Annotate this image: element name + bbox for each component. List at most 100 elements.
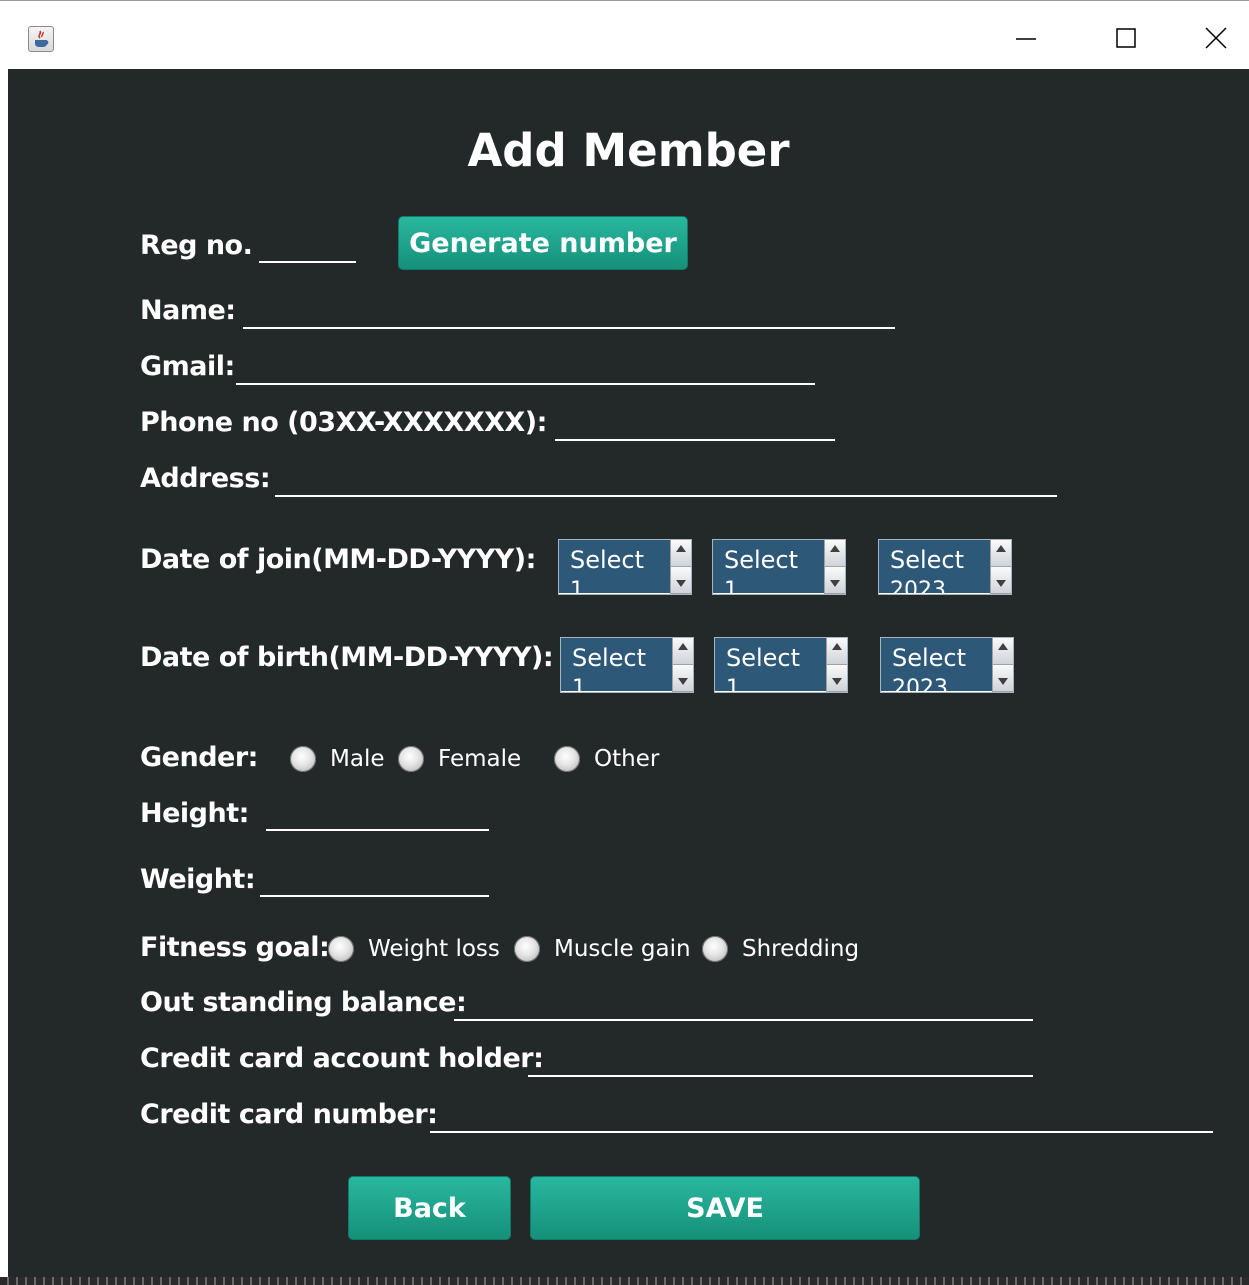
- spin-up-button[interactable]: [825, 540, 845, 567]
- date-of-join-label: Date of join(MM-DD-YYYY):: [140, 544, 536, 575]
- address-label: Address:: [140, 463, 271, 494]
- spinner-selected: Select: [724, 546, 799, 574]
- arrow-up-icon: [678, 643, 688, 650]
- spin-up-button[interactable]: [993, 638, 1013, 665]
- arrow-down-icon: [832, 678, 842, 685]
- spinner-next: 2023: [892, 676, 948, 691]
- gender-label: Gender:: [140, 742, 258, 773]
- page-title: Add Member: [467, 124, 790, 177]
- gmail-label: Gmail:: [140, 351, 235, 382]
- birth-year-spinner[interactable]: Select 2023: [880, 637, 1014, 693]
- window-bottom-edge: [0, 1277, 1249, 1285]
- spinner-value: Select 1: [559, 540, 670, 593]
- arrow-down-icon: [996, 580, 1006, 587]
- spin-down-button[interactable]: [827, 665, 847, 692]
- goal-weight-loss-radio[interactable]: [328, 936, 354, 962]
- arrow-up-icon: [996, 545, 1006, 552]
- back-button[interactable]: Back: [348, 1176, 511, 1240]
- birth-month-spinner[interactable]: Select 1: [560, 637, 694, 693]
- reg-no-field[interactable]: [259, 261, 356, 263]
- spinner-buttons: [990, 540, 1011, 594]
- form-panel: Add Member Reg no. Generate number Name:…: [8, 69, 1249, 1285]
- gender-male-radio[interactable]: [290, 746, 316, 772]
- date-of-birth-label: Date of birth(MM-DD-YYYY):: [140, 642, 554, 673]
- birth-day-spinner[interactable]: Select 1: [714, 637, 848, 693]
- spinner-next: 1: [726, 676, 740, 691]
- outstanding-balance-field[interactable]: [454, 1019, 1033, 1021]
- java-icon: [28, 26, 54, 52]
- join-day-spinner[interactable]: Select 1: [712, 539, 846, 595]
- minimize-icon: [1016, 38, 1036, 40]
- spinner-next: 1: [572, 676, 586, 691]
- card-holder-label: Credit card account holder:: [140, 1043, 544, 1074]
- arrow-down-icon: [676, 580, 686, 587]
- arrow-up-icon: [830, 545, 840, 552]
- reg-no-label: Reg no.: [140, 230, 253, 261]
- name-field[interactable]: [243, 327, 895, 329]
- gender-female-label[interactable]: Female: [438, 744, 521, 774]
- phone-field[interactable]: [555, 439, 835, 441]
- phone-label: Phone no (03XX-XXXXXXX):: [140, 407, 547, 438]
- gender-other-radio[interactable]: [554, 746, 580, 772]
- spinner-selected: Select: [890, 546, 965, 574]
- close-icon: [1205, 27, 1227, 49]
- maximize-button[interactable]: [1104, 19, 1148, 57]
- spin-up-button[interactable]: [827, 638, 847, 665]
- arrow-down-icon: [678, 678, 688, 685]
- card-number-label: Credit card number:: [140, 1099, 438, 1130]
- spinner-buttons: [992, 638, 1013, 692]
- gmail-field[interactable]: [236, 383, 815, 385]
- goal-weight-loss-label[interactable]: Weight loss: [368, 934, 500, 964]
- arrow-up-icon: [676, 545, 686, 552]
- spinner-value: Select 2023: [881, 638, 992, 691]
- spinner-buttons: [670, 540, 691, 594]
- gender-male-label[interactable]: Male: [330, 744, 384, 774]
- card-number-field[interactable]: [430, 1131, 1213, 1133]
- arrow-up-icon: [832, 643, 842, 650]
- spinner-selected: Select: [572, 644, 647, 672]
- spinner-value: Select 1: [713, 540, 824, 593]
- spinner-selected: Select: [892, 644, 967, 672]
- spin-down-button[interactable]: [671, 567, 691, 594]
- spinner-selected: Select: [726, 644, 801, 672]
- address-field[interactable]: [275, 495, 1057, 497]
- spinner-buttons: [672, 638, 693, 692]
- spin-up-button[interactable]: [673, 638, 693, 665]
- spinner-buttons: [824, 540, 845, 594]
- spin-up-button[interactable]: [991, 540, 1011, 567]
- height-field[interactable]: [266, 829, 489, 831]
- card-holder-field[interactable]: [528, 1075, 1033, 1077]
- minimize-button[interactable]: [1004, 19, 1048, 57]
- goal-muscle-gain-label[interactable]: Muscle gain: [554, 934, 691, 964]
- spinner-buttons: [826, 638, 847, 692]
- goal-muscle-gain-radio[interactable]: [514, 936, 540, 962]
- fitness-goal-label: Fitness goal:: [140, 932, 330, 963]
- spinner-next: 1: [724, 578, 738, 593]
- spinner-value: Select 1: [561, 638, 672, 691]
- spin-up-button[interactable]: [671, 540, 691, 567]
- spinner-value: Select 2023: [879, 540, 990, 593]
- generate-number-button[interactable]: Generate number: [398, 216, 688, 270]
- gender-female-radio[interactable]: [398, 746, 424, 772]
- join-month-spinner[interactable]: Select 1: [558, 539, 692, 595]
- maximize-icon: [1116, 28, 1136, 48]
- outstanding-balance-label: Out standing balance:: [140, 987, 467, 1018]
- spinner-next: 1: [570, 578, 584, 593]
- spin-down-button[interactable]: [673, 665, 693, 692]
- arrow-down-icon: [998, 678, 1008, 685]
- gender-other-label[interactable]: Other: [594, 744, 659, 774]
- join-year-spinner[interactable]: Select 2023: [878, 539, 1012, 595]
- goal-shredding-label[interactable]: Shredding: [742, 934, 859, 964]
- weight-field[interactable]: [260, 895, 489, 897]
- spinner-selected: Select: [570, 546, 645, 574]
- name-label: Name:: [140, 295, 236, 326]
- close-button[interactable]: [1194, 19, 1238, 57]
- spin-down-button[interactable]: [825, 567, 845, 594]
- spin-down-button[interactable]: [991, 567, 1011, 594]
- save-button[interactable]: SAVE: [530, 1176, 920, 1240]
- arrow-down-icon: [830, 580, 840, 587]
- spinner-value: Select 1: [715, 638, 826, 691]
- spin-down-button[interactable]: [993, 665, 1013, 692]
- goal-shredding-radio[interactable]: [702, 936, 728, 962]
- title-bar: [0, 0, 1249, 69]
